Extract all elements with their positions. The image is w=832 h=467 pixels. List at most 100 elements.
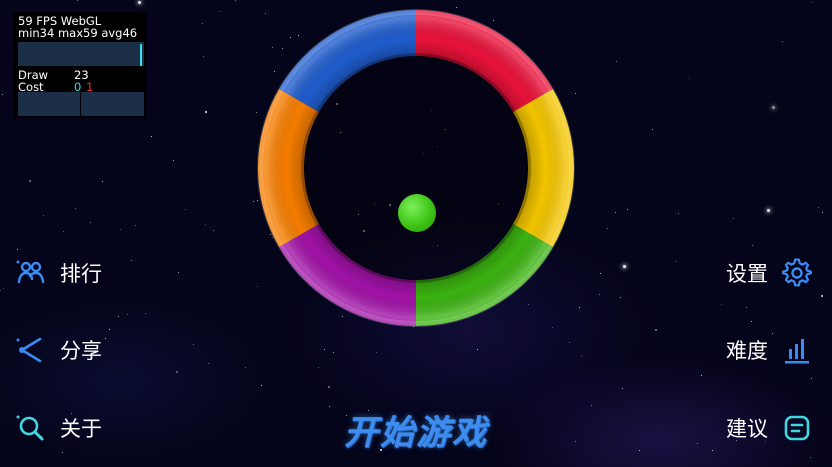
star [105, 338, 106, 339]
gear-icon [782, 258, 812, 287]
star [176, 371, 178, 373]
feedback-icon [784, 415, 810, 441]
star [689, 78, 690, 79]
cost-graph-marker [80, 92, 81, 116]
star [235, 0, 236, 1]
star [752, 245, 753, 246]
menu-rank[interactable]: 排行 [16, 258, 102, 288]
menu-feedback-label: 建议 [726, 417, 768, 441]
star [616, 61, 617, 62]
star [751, 321, 752, 322]
menu-share-label: 分享 [60, 339, 102, 363]
star [599, 294, 600, 295]
star [746, 307, 747, 308]
star [600, 273, 601, 274]
star [329, 406, 330, 407]
star [721, 304, 722, 305]
star [652, 129, 653, 130]
star [109, 329, 110, 330]
fps-stats-line: min34 max59 avg46 [18, 26, 138, 40]
share-icon [16, 337, 42, 363]
star [102, 181, 103, 182]
cost-graph [18, 92, 144, 116]
star [581, 356, 582, 357]
star [145, 313, 146, 314]
star [772, 333, 773, 334]
star [178, 272, 179, 273]
star [29, 180, 31, 182]
star [811, 378, 812, 379]
star [812, 2, 813, 3]
star [615, 212, 616, 213]
star [185, 209, 186, 210]
star [623, 265, 626, 268]
star [712, 450, 713, 451]
menu-settings-label: 设置 [726, 262, 768, 286]
bar-chart-icon [785, 339, 809, 364]
star [127, 314, 128, 315]
star [701, 375, 702, 376]
star [261, 385, 262, 386]
star [193, 344, 194, 345]
fps-graph [18, 42, 144, 66]
star [767, 209, 770, 212]
star [324, 349, 325, 350]
game-stage: 59 FPS WebGL min34 max59 avg46 Draw 23 C… [0, 0, 832, 467]
star [676, 261, 677, 262]
star [63, 231, 64, 232]
star [90, 222, 91, 223]
star [213, 230, 214, 231]
star [118, 316, 119, 317]
player-ball [398, 194, 436, 232]
star [0, 290, 1, 291]
menu-difficulty-label: 难度 [726, 339, 768, 363]
star [376, 352, 377, 353]
star [622, 388, 623, 389]
star [120, 229, 121, 230]
star [639, 450, 640, 451]
star [138, 1, 141, 4]
star [782, 41, 783, 42]
star [569, 342, 570, 343]
star [17, 249, 18, 250]
star [173, 160, 174, 161]
star [131, 260, 132, 261]
star [655, 329, 657, 331]
users-icon [16, 260, 45, 284]
star [333, 352, 334, 353]
star [607, 228, 608, 229]
star [75, 208, 76, 209]
star [818, 207, 819, 208]
star [627, 209, 628, 210]
star [477, 349, 478, 350]
star [821, 295, 823, 297]
star [205, 111, 207, 113]
star [151, 136, 152, 137]
menu-rank-label: 排行 [60, 262, 102, 286]
start-game-button[interactable]: 开始游戏 [336, 404, 496, 454]
star [318, 367, 319, 368]
star [733, 218, 734, 219]
star [2, 94, 3, 95]
menu-share[interactable]: 分享 [16, 335, 102, 365]
star [822, 212, 823, 213]
star [245, 367, 246, 368]
star [678, 213, 679, 214]
star [43, 215, 44, 216]
star [77, 0, 78, 1]
star [205, 224, 206, 225]
star [202, 23, 203, 24]
color-ring [257, 9, 575, 327]
menu-about[interactable]: 关于 [16, 413, 102, 443]
star [62, 452, 63, 453]
menu-difficulty[interactable]: 难度 [726, 335, 812, 365]
menu-about-label: 关于 [60, 417, 102, 441]
star [772, 106, 775, 109]
star [810, 457, 811, 458]
star [620, 297, 621, 298]
menu-feedback[interactable]: 建议 [726, 413, 812, 443]
menu-settings[interactable]: 设置 [726, 258, 812, 288]
fps-debug-panel: 59 FPS WebGL min34 max59 avg46 Draw 23 C… [14, 12, 146, 118]
star [203, 56, 204, 57]
star [575, 441, 576, 442]
